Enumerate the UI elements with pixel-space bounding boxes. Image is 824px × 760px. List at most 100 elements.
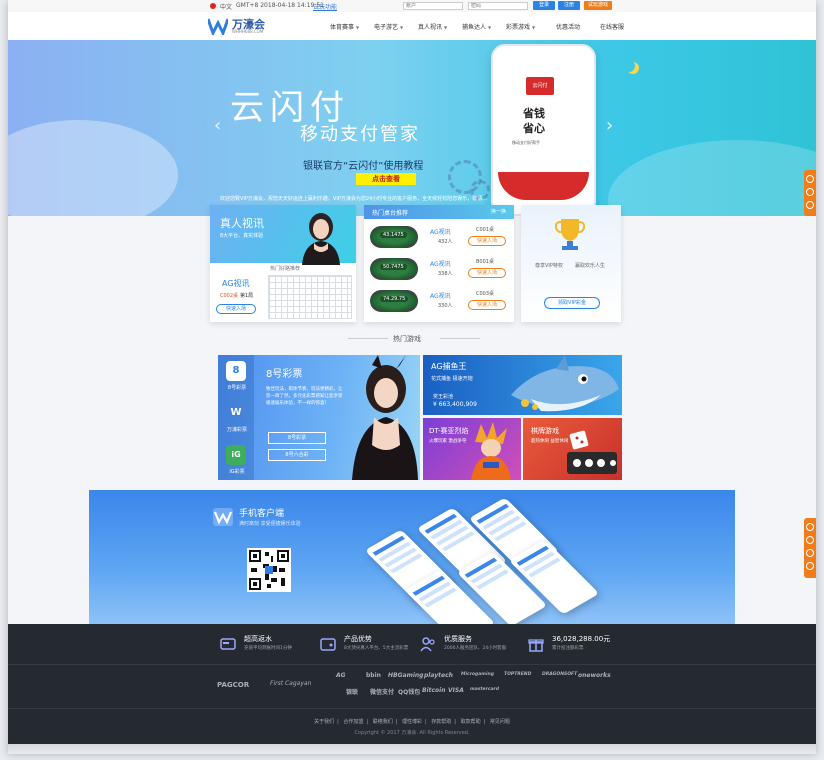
register-button[interactable]: 注册	[558, 1, 580, 10]
account-input[interactable]	[403, 2, 463, 10]
baccarat-table-icon: 43.1475	[370, 226, 418, 248]
partner-logo-pagcor: PAGCOR	[217, 681, 250, 689]
roadmap-grid	[268, 275, 352, 319]
partner-logo-qqwallet: QQ钱包	[398, 689, 421, 696]
nav-item-slots[interactable]: 电子游艺 ▼	[374, 22, 403, 31]
lottery-sidebar-label[interactable]: 8号彩票	[222, 384, 252, 391]
server-time: GMT+8 2018-04-18 14:19:51	[236, 2, 324, 9]
banner-next-arrow[interactable]: ›	[606, 115, 613, 136]
live-card-header: 真人视讯 8大平台、真实体验	[210, 205, 356, 265]
mobile-title: 手机客户端	[239, 509, 285, 519]
live-enter-button[interactable]: 快速入场	[216, 304, 256, 314]
chat-icon[interactable]	[806, 175, 814, 183]
banner-cta-button[interactable]: 点击查看	[356, 173, 416, 185]
qq-icon[interactable]	[806, 549, 814, 557]
footer-links: 关于我们 | 合作加盟 | 联络我们 | 理性博彩 | 存款帮助 | 取款帮助 | 常见问题	[314, 719, 510, 725]
table-row: 74.29.75 AG视讯 330人 C003桌 快速入场	[364, 287, 514, 317]
vip-left-text: 尊享VIP特权	[535, 263, 563, 269]
baccarat-table-icon: 50.7475	[370, 258, 418, 280]
app-icon[interactable]	[806, 562, 814, 570]
partner-logo-visa: VISA	[448, 687, 464, 694]
mobile-app-section: 手机客户端 满时离刻 享受便捷娱乐体验	[89, 490, 735, 624]
nav-item-lottery[interactable]: 彩票游戏 ▼	[506, 22, 535, 31]
lottery-title: 8号彩票	[266, 369, 303, 380]
dealer-image	[302, 213, 340, 265]
nav-item-live[interactable]: 真人视讯 ▼	[418, 22, 447, 31]
lottery-sidebar-label[interactable]: IG彩票	[222, 468, 252, 475]
banner-tagline: 银联官方“云闪付”使用教程	[303, 161, 424, 172]
nav-item-promotions[interactable]: 优惠活动	[556, 22, 580, 31]
partner-logo-cagayan: First Cagayan	[270, 680, 312, 687]
table-enter-button[interactable]: 快速入场	[468, 268, 506, 278]
partner-logo-playtech: playtech	[424, 672, 453, 679]
phone-icon[interactable]	[806, 536, 814, 544]
banner-subtitle: 移动支付管家	[300, 124, 420, 145]
chess-game-card[interactable]: 棋牌游戏 超热休闲 益智休闲	[523, 418, 622, 480]
chevron-down-icon: ▼	[444, 25, 448, 30]
gift-icon	[528, 639, 544, 652]
live-room: C002桌	[220, 293, 239, 299]
footer-link-about[interactable]: 关于我们	[314, 719, 334, 725]
nav-item-support[interactable]: 在线客服	[600, 22, 624, 31]
partner-logo-bitcoin: Bitcoin	[422, 687, 446, 694]
footer-link-deposit-help[interactable]: 存款帮助	[431, 719, 451, 725]
footer-link-partner[interactable]: 合作加盟	[343, 719, 363, 725]
login-button[interactable]: 登录	[533, 1, 555, 10]
live-casino-card[interactable]: 真人视讯 8大平台、真实体验 热门好路推荐 AG视讯 C002桌 第1局 快速入…	[210, 205, 356, 322]
hot-tables-title: 热门桌台推荐	[372, 210, 409, 217]
phone-red-arc	[498, 172, 589, 200]
banner-prev-arrow[interactable]: ‹	[214, 115, 221, 136]
footer-link-faq[interactable]: 常见问题	[490, 719, 510, 725]
footer-link-responsible[interactable]: 理性博彩	[402, 719, 422, 725]
nav-item-sports[interactable]: 体育赛事 ▼	[330, 22, 359, 31]
table-game-name: AG视讯	[430, 261, 451, 268]
service-people-icon	[420, 637, 435, 652]
chat-icon[interactable]	[806, 523, 814, 531]
lottery-8-button[interactable]: 8号彩票	[268, 432, 326, 444]
qr-code-icon	[249, 550, 289, 590]
chess-sub: 超热休闲 益智休闲	[531, 439, 569, 444]
partner-logo-dragonsoft: DRAGONSOFT	[542, 672, 578, 677]
demo-link[interactable]: 试玩功能	[313, 2, 337, 11]
fishing-game-card[interactable]: AG捕鱼王 花式捕鱼 极速开炮 奖王彩池 ¥ 663,400,909	[423, 355, 622, 415]
rebate-icon	[220, 638, 236, 650]
lottery-wanhao-icon[interactable]: W	[226, 403, 246, 423]
refresh-tables-button[interactable]: 换一换	[491, 208, 506, 215]
dt-game-card[interactable]: DT-赛亚烈焰 火爆玩家 激战争夺	[423, 418, 521, 480]
table-row: 43.1475 AG视讯 432人 C001桌 快速入场	[364, 223, 514, 253]
qq-icon[interactable]	[806, 201, 814, 209]
password-input[interactable]	[468, 2, 528, 10]
nav-item-fishing[interactable]: 捕鱼达人 ▼	[462, 22, 491, 31]
lottery-ig-icon[interactable]: iG	[226, 445, 246, 465]
footer-divider	[8, 708, 816, 709]
table-enter-button[interactable]: 快速入场	[468, 300, 506, 310]
live-desc: 8大平台、真实体验	[220, 233, 264, 239]
fishing-sub: 花式捕鱼 极速开炮	[431, 376, 473, 382]
download-qr-code[interactable]	[247, 548, 291, 592]
phone-icon[interactable]	[806, 188, 814, 196]
vip-card: 尊享VIP特权 赢取欢乐人生 领取VIP彩金	[521, 205, 621, 322]
live-shoe: 第1局	[240, 293, 254, 299]
side-contact-widget[interactable]	[804, 518, 816, 578]
chevron-down-icon: ▼	[400, 25, 404, 30]
lottery-panel[interactable]: 8 8号彩票 W 万濠彩票 iG IG彩票 8号彩票 致佳玩法，职体节奏，玩法更…	[218, 355, 420, 480]
lottery-mark6-button[interactable]: 8号六合彩	[268, 449, 326, 461]
chevron-down-icon: ▼	[532, 25, 536, 30]
divider-line	[348, 338, 388, 339]
partner-logo-unionpay: 银联	[346, 689, 359, 696]
try-play-button[interactable]: 试玩游戏	[584, 1, 612, 10]
footer-link-contact[interactable]: 联络我们	[373, 719, 393, 725]
partner-logo-microgaming: Microgaming	[461, 672, 494, 677]
baccarat-table-icon: 74.29.75	[370, 290, 418, 312]
partner-logo-bbin: bbin	[366, 672, 381, 679]
table-enter-button[interactable]: 快速入场	[468, 236, 506, 246]
page-frame: 中文 GMT+8 2018-04-18 14:19:51 试玩功能 登录 注册 …	[8, 0, 816, 752]
side-contact-widget[interactable]	[804, 170, 816, 216]
footer-link-withdraw-help[interactable]: 取款帮助	[461, 719, 481, 725]
claim-vip-bonus-button[interactable]: 领取VIP彩金	[544, 297, 600, 309]
brand-logo-icon[interactable]	[208, 17, 228, 35]
language-select[interactable]: 中文	[220, 2, 232, 11]
lottery-sidebar-label[interactable]: 万濠彩票	[222, 426, 252, 433]
hero-banner[interactable]: ‹ › 云闪付 移动支付管家 银联官方“云闪付”使用教程 点击查看 欢迎您致VI…	[8, 40, 816, 216]
lottery-8-icon[interactable]: 8	[226, 361, 246, 381]
